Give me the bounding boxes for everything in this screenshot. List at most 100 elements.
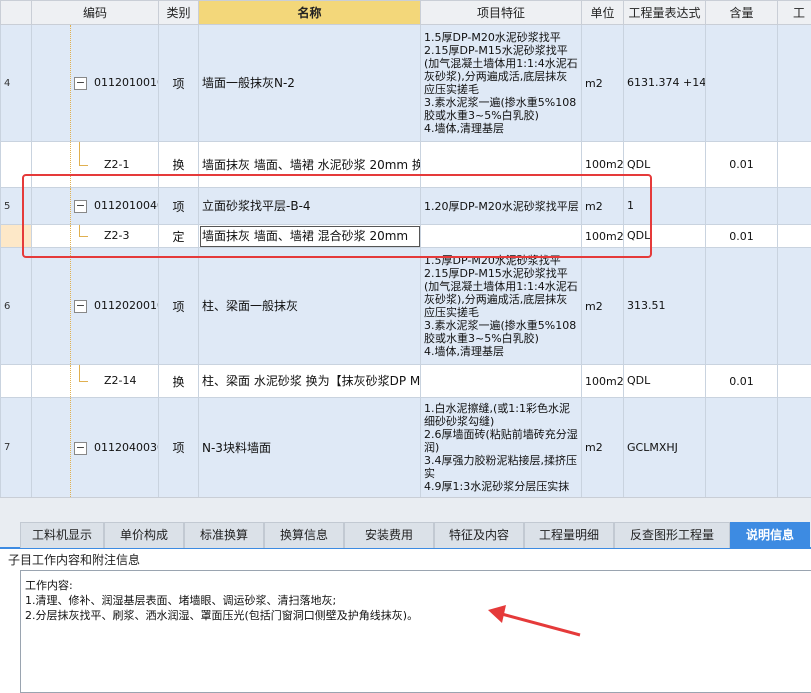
col-header-code[interactable]: 编码 (32, 1, 159, 25)
collapse-icon[interactable]: − (74, 442, 87, 455)
features-cell[interactable]: 1.5厚DP-M20水泥砂浆找平 2.15厚DP-M15水泥砂浆找平 (加气混凝… (421, 248, 582, 365)
code-cell[interactable]: Z2-14 (32, 365, 159, 398)
category-cell[interactable]: 换 (159, 365, 199, 398)
qty-cell[interactable]: 0.01 (706, 142, 778, 188)
expr-cell[interactable]: QDL (624, 142, 706, 188)
name-cell[interactable]: 柱、梁面 水泥砂浆 换为【抹灰砂浆DP M15】 换为【抹灰砂浆DP M25】 (199, 365, 421, 398)
tab-conversion-info[interactable]: 换算信息 (264, 522, 344, 548)
extra-cell[interactable] (778, 188, 811, 225)
features-cell[interactable] (421, 142, 582, 188)
extra-cell[interactable] (778, 225, 811, 248)
expr-cell[interactable]: QDL (624, 365, 706, 398)
unit-cell[interactable]: m2 (582, 248, 624, 365)
col-header-extra[interactable]: 工 (778, 1, 811, 25)
category-cell[interactable]: 项 (159, 398, 199, 498)
category-cell[interactable]: 项 (159, 188, 199, 225)
code-cell[interactable]: −011204003003 (32, 398, 159, 498)
work-content-textarea[interactable]: 工作内容: 1.清理、修补、润湿基层表面、堵墙眼、调运砂浆、清扫落地灰; 2.分… (20, 570, 811, 693)
extra-cell[interactable] (778, 365, 811, 398)
features-cell[interactable] (421, 365, 582, 398)
name-cell[interactable]: N-3块料墙面 (199, 398, 421, 498)
expr-cell[interactable]: 313.51 (624, 248, 706, 365)
tab-standard-conversion[interactable]: 标准换算 (184, 522, 264, 548)
code-text: Z2-3 (104, 229, 130, 242)
table-row[interactable]: 7 −011204003003 项 N-3块料墙面 1.白水泥擦缝,(或1:1彩… (1, 398, 811, 498)
expr-cell[interactable]: 6131.374 +144 (624, 25, 706, 142)
tab-unit-price[interactable]: 单价构成 (104, 522, 184, 548)
name-cell[interactable]: 墙面抹灰 墙面、墙裙 水泥砂浆 20mm 换为【抹灰砂浆DP M15】 换为【抹… (199, 142, 421, 188)
code-cell[interactable]: −011201004001 (32, 188, 159, 225)
features-cell[interactable]: 1.20厚DP-M20水泥砂浆找平层 (421, 188, 582, 225)
collapse-icon[interactable]: − (74, 300, 87, 313)
qty-cell[interactable] (706, 398, 778, 498)
row-index (1, 225, 32, 248)
row-index (1, 142, 32, 188)
code-cell[interactable]: Z2-3 (32, 225, 159, 248)
category-cell[interactable]: 定 (159, 225, 199, 248)
table-row[interactable]: 6 −011202001001 项 柱、梁面一般抹灰 1.5厚DP-M20水泥砂… (1, 248, 811, 365)
code-text: Z2-14 (104, 374, 137, 387)
code-text: 011204003003 (94, 441, 159, 454)
code-text: Z2-1 (104, 158, 130, 171)
col-header-features[interactable]: 项目特征 (421, 1, 582, 25)
unit-cell[interactable]: m2 (582, 188, 624, 225)
table-row[interactable]: 4 −011201001001 项 墙面一般抹灰N-2 1.5厚DP-M20水泥… (1, 25, 811, 142)
extra-cell[interactable] (778, 248, 811, 365)
table-row[interactable]: Z2-14 换 柱、梁面 水泥砂浆 换为【抹灰砂浆DP M15】 换为【抹灰砂浆… (1, 365, 811, 398)
unit-cell[interactable]: m2 (582, 398, 624, 498)
row-index (1, 365, 32, 398)
expr-cell[interactable]: 1 (624, 188, 706, 225)
unit-cell[interactable]: m2 (582, 25, 624, 142)
tab-reverse-lookup[interactable]: 反查图形工程量 (614, 522, 730, 548)
qty-cell[interactable] (706, 248, 778, 365)
extra-cell[interactable] (778, 25, 811, 142)
expr-cell[interactable]: QDL (624, 225, 706, 248)
features-cell[interactable] (421, 225, 582, 248)
quota-table: 编码 类别 名称 项目特征 单位 工程量表达式 含量 工 4 −01120100… (0, 0, 811, 497)
unit-cell[interactable]: 100m2 (582, 142, 624, 188)
category-cell[interactable]: 换 (159, 142, 199, 188)
extra-cell[interactable] (778, 142, 811, 188)
table-row[interactable]: Z2-1 换 墙面抹灰 墙面、墙裙 水泥砂浆 20mm 换为【抹灰砂浆DP M1… (1, 142, 811, 188)
code-cell[interactable]: Z2-1 (32, 142, 159, 188)
table-row[interactable]: 5 −011201004001 项 立面砂浆找平层-B-4 1.20厚DP-M2… (1, 188, 811, 225)
features-cell[interactable]: 1.5厚DP-M20水泥砂浆找平 2.15厚DP-M15水泥砂浆找平 (加气混凝… (421, 25, 582, 142)
unit-cell[interactable]: 100m2 (582, 225, 624, 248)
col-header-category[interactable]: 类别 (159, 1, 199, 25)
tab-install-cost[interactable]: 安装费用 (344, 522, 434, 548)
qty-cell[interactable] (706, 188, 778, 225)
name-cell-editing[interactable]: 墙面抹灰 墙面、墙裙 混合砂浆 20mm (199, 225, 421, 248)
features-cell[interactable]: 1.白水泥擦缝,(或1:1彩色水泥细砂砂浆勾缝) 2.6厚墙面砖(粘贴前墙砖充分… (421, 398, 582, 498)
extra-cell[interactable] (778, 398, 811, 498)
code-text: 011202001001 (94, 299, 159, 312)
code-text: 011201001001 (94, 76, 159, 89)
col-header-name[interactable]: 名称 (199, 1, 421, 25)
tab-description-info[interactable]: 说明信息 (730, 522, 810, 548)
unit-cell[interactable]: 100m2 (582, 365, 624, 398)
collapse-icon[interactable]: − (74, 200, 87, 213)
col-header-quantity-expr[interactable]: 工程量表达式 (624, 1, 706, 25)
qty-cell[interactable] (706, 25, 778, 142)
col-header-content-qty[interactable]: 含量 (706, 1, 778, 25)
row-index: 5 (1, 188, 32, 225)
tab-features-content[interactable]: 特征及内容 (434, 522, 524, 548)
category-cell[interactable]: 项 (159, 248, 199, 365)
qty-cell[interactable]: 0.01 (706, 225, 778, 248)
table-row-selected[interactable]: Z2-3 定 墙面抹灰 墙面、墙裙 混合砂浆 20mm 100m2 QDL 0.… (1, 225, 811, 248)
row-index: 7 (1, 398, 32, 498)
category-cell[interactable]: 项 (159, 25, 199, 142)
name-cell[interactable]: 墙面一般抹灰N-2 (199, 25, 421, 142)
name-cell[interactable]: 柱、梁面一般抹灰 (199, 248, 421, 365)
col-header-unit[interactable]: 单位 (582, 1, 624, 25)
code-cell[interactable]: −011202001001 (32, 248, 159, 365)
tab-quantity-detail[interactable]: 工程量明细 (524, 522, 614, 548)
name-cell[interactable]: 立面砂浆找平层-B-4 (199, 188, 421, 225)
tab-labor-material[interactable]: 工料机显示 (20, 522, 104, 548)
qty-cell[interactable]: 0.01 (706, 365, 778, 398)
code-cell[interactable]: −011201001001 (32, 25, 159, 142)
collapse-icon[interactable]: − (74, 77, 87, 90)
splitter-bar[interactable] (0, 497, 811, 520)
work-content-line: 1.清理、修补、润湿基层表面、堵墙眼、调运砂浆、清扫落地灰; (25, 592, 336, 608)
expr-cell[interactable]: GCLMXHJ (624, 398, 706, 498)
col-header-index[interactable] (1, 1, 32, 25)
